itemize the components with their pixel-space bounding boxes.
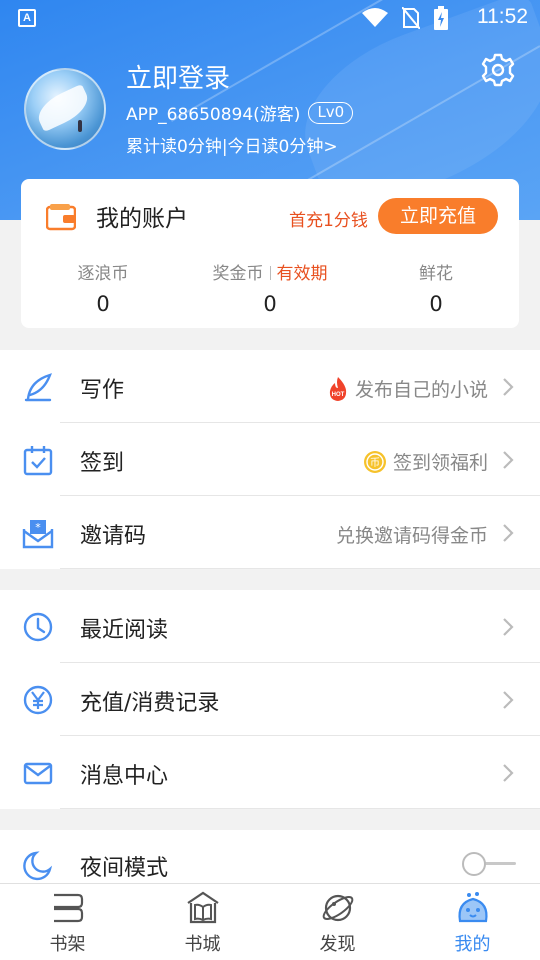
menu-group-2: 最近阅读 充值/消费记录 消息中心 bbox=[0, 590, 540, 809]
settings-gear-icon[interactable] bbox=[480, 52, 516, 88]
hint-text: 发布自己的小说 bbox=[354, 379, 488, 401]
nav-discover[interactable]: 发现 bbox=[270, 884, 405, 960]
nav-label: 书城 bbox=[184, 934, 221, 955]
menu-item-label: 消息中心 bbox=[80, 764, 169, 789]
menu-item-label: 写作 bbox=[80, 378, 125, 403]
avatar[interactable] bbox=[24, 68, 106, 150]
clock-icon bbox=[23, 612, 53, 642]
menu-item-hint: 兑换邀请码得金币 bbox=[336, 521, 488, 548]
stat-value: 0 bbox=[96, 292, 110, 316]
nav-mine[interactable]: 我的 bbox=[405, 884, 540, 960]
moon-icon bbox=[23, 851, 53, 881]
level-badge: Lv0 bbox=[308, 101, 354, 124]
menu-item-hint: 币 签到领福利 bbox=[363, 448, 488, 475]
battery-icon bbox=[434, 6, 448, 30]
coin-icon: 币 bbox=[363, 450, 386, 473]
menu-item-invite-code[interactable]: * 邀请码 兑换邀请码得金币 bbox=[0, 496, 540, 569]
bookstore-icon bbox=[187, 891, 219, 924]
hint-text: 签到领福利 bbox=[392, 452, 488, 474]
stat-label: 逐浪币 bbox=[77, 264, 129, 284]
menu-item-night-mode[interactable]: 夜间模式 bbox=[0, 830, 540, 883]
calendar-check-icon bbox=[23, 446, 53, 476]
avatar-image bbox=[78, 120, 82, 132]
stat-value: 0 bbox=[263, 292, 277, 316]
hot-badge: HOT bbox=[332, 392, 345, 398]
account-title: 我的账户 bbox=[96, 206, 188, 232]
status-bar: A 11:52 bbox=[0, 0, 540, 36]
mascot-icon bbox=[458, 892, 488, 923]
coin-label: 币 bbox=[370, 457, 380, 469]
menu-item-label: 签到 bbox=[80, 451, 125, 476]
stat-value: 0 bbox=[429, 292, 443, 316]
menu-item-label: 充值/消费记录 bbox=[80, 691, 220, 716]
hint-text: 兑换邀请码得金币 bbox=[335, 525, 488, 547]
stat-label: 奖金币 bbox=[212, 264, 264, 284]
menu-item-transaction-records[interactable]: 充值/消费记录 bbox=[0, 663, 540, 736]
stat-label-row: 奖金币 有效期 bbox=[195, 259, 345, 284]
divider bbox=[60, 808, 540, 809]
stat-label: 鲜花 bbox=[419, 264, 453, 284]
divider bbox=[60, 568, 540, 569]
nav-label: 我的 bbox=[454, 934, 491, 955]
validity-link[interactable]: 有效期 bbox=[277, 264, 328, 284]
chevron-right-icon bbox=[503, 378, 514, 396]
stat-flowers[interactable]: 鲜花 0 bbox=[361, 259, 511, 316]
yen-circle-icon bbox=[23, 685, 53, 715]
recharge-button[interactable]: 立即充值 bbox=[378, 198, 498, 234]
notification-icon: A bbox=[18, 9, 36, 27]
wifi-icon bbox=[362, 8, 388, 27]
user-info: APP_68650894(游客) Lv0 bbox=[126, 100, 354, 125]
nav-label: 发现 bbox=[319, 934, 356, 955]
menu-item-message-center[interactable]: 消息中心 bbox=[0, 736, 540, 809]
menu-group-1: 写作 HOT 发布自己的小说 签到 币 签到领福利 * 邀请码 兑换邀请码得金币 bbox=[0, 350, 540, 569]
chevron-right-icon bbox=[503, 618, 514, 636]
account-card: 我的账户 首充1分钱 立即充值 逐浪币 0 奖金币 有效期 0 鲜花 0 bbox=[21, 179, 519, 328]
menu-item-hint: HOT 发布自己的小说 bbox=[327, 375, 488, 402]
username: APP_68650894(游客) bbox=[126, 105, 301, 125]
feather-pen-icon bbox=[24, 373, 52, 402]
nav-bookstore[interactable]: 书城 bbox=[135, 884, 270, 960]
chevron-right-icon bbox=[503, 451, 514, 469]
status-icons bbox=[362, 6, 448, 30]
stat-zhulang-coin[interactable]: 逐浪币 0 bbox=[28, 259, 178, 316]
bottom-nav: 书架 书城 发现 我的 bbox=[0, 883, 540, 960]
toggle-knob bbox=[462, 852, 486, 876]
wallet-icon bbox=[46, 204, 76, 231]
chevron-right-icon bbox=[503, 524, 514, 542]
hot-flame-icon: HOT bbox=[329, 376, 347, 401]
promo-text: 首充1分钱 bbox=[289, 211, 368, 231]
night-mode-toggle[interactable] bbox=[462, 852, 516, 876]
chevron-right-icon bbox=[503, 764, 514, 782]
avatar-image bbox=[32, 83, 94, 133]
bookshelf-icon bbox=[54, 893, 84, 923]
menu-item-writing[interactable]: 写作 HOT 发布自己的小说 bbox=[0, 350, 540, 423]
mail-icon bbox=[23, 762, 53, 785]
svg-text:*: * bbox=[35, 521, 41, 534]
divider bbox=[269, 266, 271, 280]
chevron-right-icon bbox=[503, 691, 514, 709]
invite-mail-icon: * bbox=[22, 520, 54, 549]
menu-item-label: 夜间模式 bbox=[80, 856, 169, 881]
login-title[interactable]: 立即登录 bbox=[126, 58, 230, 95]
planet-icon bbox=[322, 894, 354, 922]
nav-label: 书架 bbox=[49, 934, 86, 955]
stat-bonus-coin[interactable]: 奖金币 有效期 0 bbox=[195, 259, 345, 316]
menu-item-label: 邀请码 bbox=[80, 524, 147, 549]
menu-item-recent-reading[interactable]: 最近阅读 bbox=[0, 590, 540, 663]
no-sim-icon bbox=[402, 7, 420, 29]
reading-stats-link[interactable]: 累计读0分钟|今日读0分钟> bbox=[126, 132, 338, 157]
menu-item-label: 最近阅读 bbox=[80, 618, 169, 643]
menu-item-checkin[interactable]: 签到 币 签到领福利 bbox=[0, 423, 540, 496]
menu-group-3: 夜间模式 bbox=[0, 830, 540, 883]
nav-bookshelf[interactable]: 书架 bbox=[0, 884, 135, 960]
status-time: 11:52 bbox=[477, 5, 528, 28]
